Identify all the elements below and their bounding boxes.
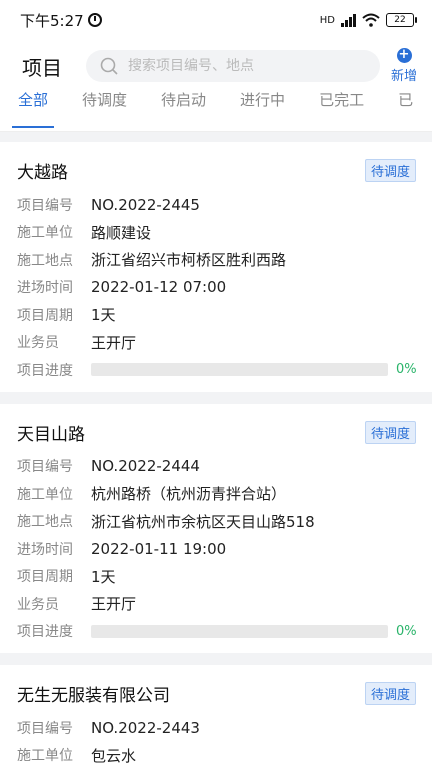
value-code: NO.2022-2444 — [91, 457, 200, 476]
card-header: 大越路 待调度 — [17, 158, 416, 183]
signal-icon — [341, 13, 356, 27]
label-progress: 项目进度 — [17, 624, 73, 641]
search-input[interactable] — [128, 58, 366, 74]
value-sales: 王开厅 — [91, 333, 137, 352]
alarm-icon — [87, 13, 102, 27]
value-unit: 包云水 — [91, 746, 137, 765]
project-list: 大越路 待调度 项目编号 NO.2022-2445 施工单位 路顺建设 施工地点 浙江… — [0, 132, 432, 768]
tab-pending-start[interactable]: 待启动 — [161, 92, 206, 131]
row-sales: 业务员 王开厅 — [17, 329, 416, 357]
row-unit: 施工单位 路顺建设 — [17, 219, 416, 247]
project-name: 无生无服装有限公司 — [17, 686, 170, 706]
row-sales: 业务员 王开厅 — [17, 590, 416, 618]
value-unit: 杭州路桥（杭州沥青拌合站） — [91, 485, 287, 504]
row-code: 项目编号 NO.2022-2443 — [17, 714, 416, 742]
status-badge: 待调度 — [364, 159, 416, 182]
tab-bar: 全部 待调度 待启动 进行中 已完工 已 — [0, 92, 432, 132]
tab-pending-dispatch[interactable]: 待调度 — [82, 92, 127, 131]
row-progress: 项目进度 0% — [17, 618, 417, 646]
add-label: 新增 — [390, 69, 417, 84]
value-entry: 2022-01-12 07:00 — [91, 278, 227, 297]
value-site: 浙江省杭州市余杭区天目山路518 — [91, 512, 315, 531]
progress-value: 0% — [396, 362, 417, 378]
status-left: 下午5:27 — [20, 10, 102, 31]
card-header: 天目山路 待调度 — [17, 420, 416, 445]
page-title: 项目 — [22, 55, 62, 80]
tab-overflow[interactable]: 已 — [398, 92, 413, 131]
tab-all[interactable]: 全部 — [11, 92, 55, 131]
row-unit: 施工单位 杭州路桥（杭州沥青拌合站） — [17, 480, 416, 508]
label-code: 项目编号 — [17, 197, 73, 214]
row-period: 项目周期 1天 — [17, 563, 416, 591]
row-code: 项目编号 NO.2022-2445 — [17, 191, 416, 219]
label-code: 项目编号 — [17, 459, 73, 476]
tab-in-progress[interactable]: 进行中 — [240, 92, 285, 131]
row-unit: 施工单位 包云水 — [17, 742, 416, 768]
project-name: 大越路 — [17, 163, 68, 183]
label-entry: 进场时间 — [17, 541, 73, 558]
value-code: NO.2022-2443 — [91, 718, 200, 737]
progress-bar — [91, 363, 388, 377]
row-code: 项目编号 NO.2022-2444 — [17, 453, 416, 481]
plus-icon: + — [396, 48, 412, 63]
network-type: HD — [319, 14, 335, 26]
value-code: NO.2022-2445 — [91, 195, 200, 214]
card-header: 无生无服装有限公司 待调度 — [17, 681, 416, 706]
tab-completed[interactable]: 已完工 — [319, 92, 364, 131]
project-name: 天目山路 — [17, 424, 85, 445]
search-icon — [100, 57, 118, 75]
row-period: 项目周期 1天 — [17, 301, 416, 329]
label-progress: 项目进度 — [17, 362, 73, 379]
label-sales: 业务员 — [17, 335, 59, 352]
label-unit: 施工单位 — [17, 748, 73, 765]
value-entry: 2022-01-11 19:00 — [91, 539, 227, 558]
label-period: 项目周期 — [17, 569, 73, 586]
battery-icon: 22 — [386, 13, 417, 27]
status-time: 下午5:27 — [20, 11, 84, 30]
label-entry: 进场时间 — [17, 280, 73, 297]
row-progress: 项目进度 0% — [17, 356, 417, 384]
label-site: 施工地点 — [17, 252, 73, 269]
label-unit: 施工单位 — [17, 486, 73, 503]
value-site: 浙江省绍兴市柯桥区胜利西路 — [91, 251, 287, 270]
value-period: 1天 — [91, 567, 116, 586]
status-badge: 待调度 — [364, 420, 416, 444]
row-site: 施工地点 浙江省杭州市余杭区天目山路518 — [17, 508, 416, 536]
project-card[interactable]: 无生无服装有限公司 待调度 项目编号 NO.2022-2443 施工单位 包云水 — [0, 665, 432, 768]
label-code: 项目编号 — [17, 720, 73, 737]
header: 项目 + 新增 — [0, 40, 432, 92]
label-unit: 施工单位 — [17, 225, 73, 242]
battery-level: 22 — [394, 15, 406, 25]
progress-value: 0% — [396, 623, 417, 639]
value-sales: 王开厅 — [91, 595, 137, 614]
search-box[interactable] — [86, 50, 380, 82]
progress-bar — [91, 624, 388, 638]
row-entry: 进场时间 2022-01-12 07:00 — [17, 274, 416, 302]
row-site: 施工地点 浙江省绍兴市柯桥区胜利西路 — [17, 246, 416, 274]
status-right: HD 22 — [319, 13, 417, 27]
status-badge: 待调度 — [364, 682, 416, 705]
label-site: 施工地点 — [17, 514, 73, 531]
add-button[interactable]: + 新增 — [388, 48, 420, 85]
wifi-icon — [362, 13, 380, 27]
project-card[interactable]: 天目山路 待调度 项目编号 NO.2022-2444 施工单位 杭州路桥（杭州沥青拌… — [0, 403, 432, 653]
label-sales: 业务员 — [17, 596, 59, 613]
value-unit: 路顺建设 — [91, 223, 152, 242]
row-entry: 进场时间 2022-01-11 19:00 — [17, 535, 416, 563]
status-bar: 下午5:27 HD 22 — [0, 0, 432, 40]
project-card[interactable]: 大越路 待调度 项目编号 NO.2022-2445 施工单位 路顺建设 施工地点 浙江… — [0, 142, 432, 392]
value-period: 1天 — [91, 306, 116, 325]
label-period: 项目周期 — [17, 307, 73, 324]
